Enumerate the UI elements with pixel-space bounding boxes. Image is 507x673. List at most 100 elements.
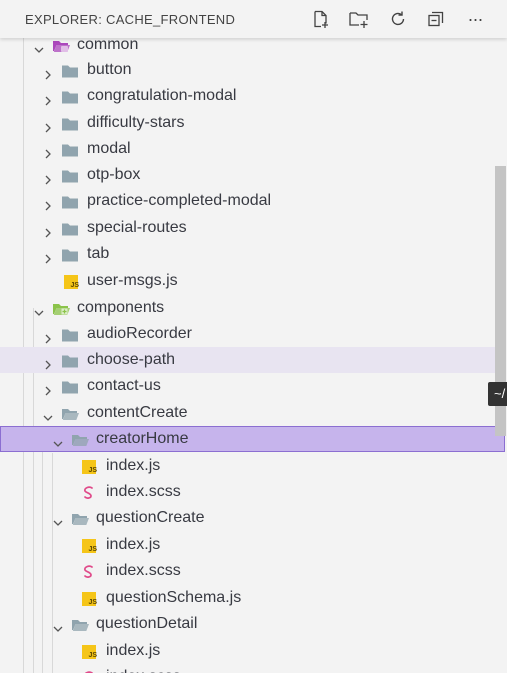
tree-item-label: questionCreate xyxy=(96,509,205,526)
chevron-right-icon[interactable] xyxy=(42,64,54,80)
svg-text:JS: JS xyxy=(89,599,98,606)
tree-item-label: creatorHome xyxy=(96,430,189,447)
refresh-button[interactable] xyxy=(386,7,410,31)
collapse-all-icon xyxy=(428,11,444,27)
tree-item-label: choose-path xyxy=(87,351,176,368)
tree-folder-row[interactable]: contact-us xyxy=(0,373,495,399)
folder-icon xyxy=(61,62,79,78)
tree-item-label: questionSchema.js xyxy=(106,589,242,606)
chevron-right-icon[interactable] xyxy=(42,328,54,344)
tree-file-row[interactable]: JS index.js xyxy=(0,638,495,664)
tree-item-label: tab xyxy=(87,245,110,262)
collapse-all-button[interactable] xyxy=(424,7,448,31)
chevron-right-icon[interactable] xyxy=(42,169,54,185)
more-icon: ··· xyxy=(467,8,484,29)
chevron-right-icon[interactable] xyxy=(42,380,54,396)
explorer-title: EXPLORER: CACHE_FRONTEND xyxy=(25,12,236,27)
tree-folder-row[interactable]: tab xyxy=(0,241,495,267)
svg-text:JS: JS xyxy=(89,546,98,553)
folder-open-icon xyxy=(61,405,79,421)
scss-file-icon xyxy=(81,563,99,579)
chevron-right-icon[interactable] xyxy=(42,222,54,238)
chevron-down-icon[interactable] xyxy=(52,618,64,632)
svg-text:JS: JS xyxy=(71,282,80,289)
tree-folder-row[interactable]: creatorHome xyxy=(0,426,505,452)
chevron-down-icon[interactable] xyxy=(42,407,54,421)
scss-file-icon xyxy=(81,484,99,500)
tree-item-label: index.js xyxy=(106,642,161,659)
js-file-icon: JS xyxy=(63,273,81,289)
folder-icon xyxy=(61,167,79,183)
tree-folder-row[interactable]: practice-completed-modal xyxy=(0,188,495,214)
folder-open-icon xyxy=(52,38,70,53)
tree-item-label: button xyxy=(87,61,132,78)
chevron-down-icon[interactable] xyxy=(52,512,64,526)
tree-file-row[interactable]: JS index.js xyxy=(0,532,495,558)
js-file-icon: JS xyxy=(81,590,99,606)
tree-folder-row[interactable]: special-routes xyxy=(0,215,495,241)
folder-open-icon xyxy=(71,616,89,632)
tree-folder-row[interactable]: modal xyxy=(0,136,495,162)
tree-item-label: special-routes xyxy=(87,219,187,236)
tree-item-label: modal xyxy=(87,140,131,157)
tree-item-label: otp-box xyxy=(87,166,141,183)
chevron-right-icon[interactable] xyxy=(42,90,54,106)
new-file-button[interactable] xyxy=(309,7,333,31)
tree-folder-row[interactable]: choose-path xyxy=(0,347,495,373)
more-actions-button[interactable]: ··· xyxy=(463,7,487,31)
tree-folder-row[interactable]: difficulty-stars xyxy=(0,110,495,136)
tree-item-label: index.scss xyxy=(106,664,181,673)
tree-file-row[interactable]: index.scss xyxy=(0,664,495,673)
tree-folder-row[interactable]: questionDetail xyxy=(0,611,495,637)
tree-folder-row[interactable]: congratulation-modal xyxy=(0,83,495,109)
tree-file-row[interactable]: JS questionSchema.js xyxy=(0,585,495,611)
svg-text:JS: JS xyxy=(89,652,98,659)
chevron-down-icon[interactable] xyxy=(33,39,45,53)
js-file-icon: JS xyxy=(81,537,99,553)
tree-file-row[interactable]: JS index.js xyxy=(0,453,495,479)
tree-item-label: contact-us xyxy=(87,377,161,394)
js-file-icon: JS xyxy=(81,643,99,659)
folder-icon xyxy=(61,115,79,131)
chevron-right-icon[interactable] xyxy=(42,143,54,159)
folder-icon xyxy=(61,378,79,394)
tree-item-label: user-msgs.js xyxy=(87,272,178,289)
tree-item-label: congratulation-modal xyxy=(87,87,237,104)
new-file-icon xyxy=(314,10,328,28)
tree-item-label: common xyxy=(77,38,139,53)
tree-file-row[interactable]: index.scss xyxy=(0,558,495,584)
chevron-right-icon[interactable] xyxy=(42,248,54,264)
folder-icon xyxy=(61,352,79,368)
chevron-right-icon[interactable] xyxy=(42,117,54,133)
tree-item-label: contentCreate xyxy=(87,404,188,421)
tree-folder-row[interactable]: audioRecorder xyxy=(0,321,495,347)
tree-file-row[interactable]: JS user-msgs.js xyxy=(0,268,495,294)
new-folder-button[interactable] xyxy=(347,7,371,31)
tree-item-label: difficulty-stars xyxy=(87,114,185,131)
chevron-right-icon[interactable] xyxy=(42,354,54,370)
js-file-icon: JS xyxy=(81,458,99,474)
tree-folder-row[interactable]: contentCreate xyxy=(0,400,495,426)
chevron-down-icon[interactable] xyxy=(33,302,45,316)
folder-open-icon xyxy=(52,300,70,316)
chevron-down-icon[interactable] xyxy=(52,433,64,447)
folder-icon xyxy=(61,246,79,262)
folder-icon xyxy=(61,88,79,104)
svg-text:JS: JS xyxy=(89,467,98,474)
tree-item-label: questionDetail xyxy=(96,615,198,632)
folder-icon xyxy=(61,141,79,157)
tree-item-label: index.js xyxy=(106,457,161,474)
tree-folder-row[interactable]: components xyxy=(0,295,495,321)
tree-folder-row[interactable]: button xyxy=(0,57,495,83)
tree-folder-row[interactable]: questionCreate xyxy=(0,505,495,531)
tree-item-label: practice-completed-modal xyxy=(87,192,272,209)
chevron-right-icon[interactable] xyxy=(42,195,54,211)
tree-file-row[interactable]: index.scss xyxy=(0,479,495,505)
tree-folder-row[interactable]: common xyxy=(0,38,495,58)
scss-file-icon xyxy=(81,669,99,673)
tree-folder-row[interactable]: otp-box xyxy=(0,162,495,188)
tree-item-label: audioRecorder xyxy=(87,325,192,342)
file-tree: common button congratulation-modal difficul… xyxy=(0,38,507,673)
folder-open-icon xyxy=(71,431,89,447)
folder-icon xyxy=(61,193,79,209)
